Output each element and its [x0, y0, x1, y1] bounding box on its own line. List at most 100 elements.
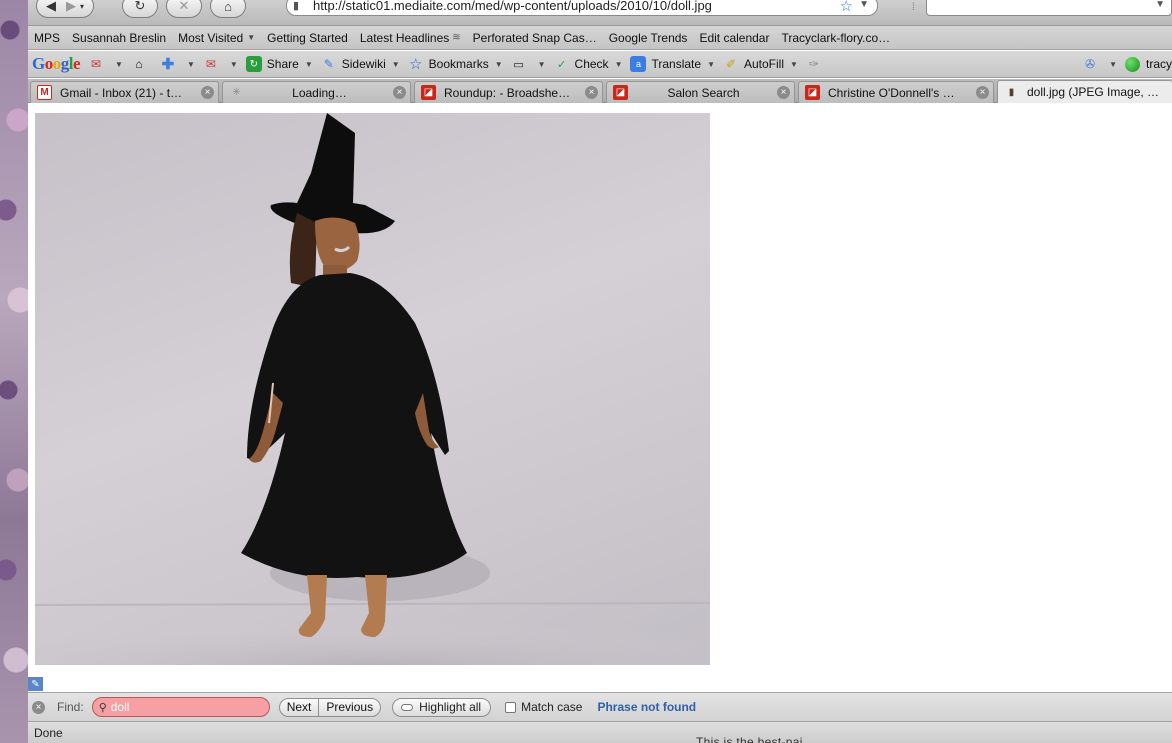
rss-feed-icon: ≋	[452, 32, 461, 43]
account-button[interactable]: tracy	[1146, 57, 1172, 71]
url-text[interactable]: http://static01.mediaite.com/med/wp-cont…	[313, 0, 712, 13]
find-status: Phrase not found	[597, 700, 697, 714]
bookmark-item[interactable]: Tracyclark-flory.co…	[781, 31, 890, 45]
chevron-down-icon: ▼	[186, 59, 195, 69]
site-favicon-icon: ▮	[293, 0, 300, 12]
loading-spinner-icon: ✳	[232, 87, 241, 98]
doll-photo[interactable]	[35, 113, 710, 665]
stop-button[interactable]: ✕	[166, 0, 202, 18]
sidewiki-button[interactable]: ✎ Sidewiki ▼	[321, 56, 400, 72]
home-button[interactable]: ⌂	[210, 0, 246, 18]
building-icon: ⌂	[135, 57, 143, 71]
chevron-down-icon: ▼	[614, 59, 623, 69]
chevron-down-icon: ▼	[391, 59, 400, 69]
find-close-icon[interactable]: ×	[32, 700, 45, 714]
tab-close-icon[interactable]: ×	[976, 86, 989, 99]
bookmark-livefeed[interactable]: Latest Headlines ≋	[360, 31, 461, 45]
homepage-button[interactable]: ⌂	[131, 56, 152, 72]
tab-close-icon[interactable]: ×	[777, 86, 790, 99]
salon-icon: ◪	[613, 85, 628, 100]
bookmark-item[interactable]: MPS	[34, 31, 60, 45]
url-bar[interactable]: ▮ http://static01.mediaite.com/med/wp-co…	[286, 0, 878, 16]
highlight-all-button[interactable]: Highlight all	[392, 697, 492, 717]
online-status-icon	[1124, 56, 1140, 72]
mail-button[interactable]: ✉ ▼	[203, 56, 238, 72]
match-case-option[interactable]: Match case	[505, 700, 582, 714]
notebook-icon: ✉	[90, 57, 102, 71]
tab-salon-search[interactable]: ◪ Salon Search ×	[606, 81, 795, 103]
match-case-checkbox[interactable]	[505, 701, 517, 713]
share-icon: ↻	[245, 56, 262, 72]
wrench-icon: ✇	[1085, 57, 1096, 71]
search-icon: ⚲	[98, 701, 107, 714]
home-icon: ⌂	[224, 0, 232, 14]
find-previous-button[interactable]: Previous	[318, 698, 380, 716]
tab-roundup[interactable]: ◪ Roundup: - Broadshe… ×	[414, 81, 603, 103]
chevron-down-icon: ▼	[304, 59, 313, 69]
bookmark-item[interactable]: Google Trends	[609, 31, 688, 45]
find-label: Find:	[57, 700, 84, 714]
history-dropdown-icon[interactable]: ▾	[80, 2, 84, 11]
search-engine-dropdown-icon[interactable]: ▼	[1155, 0, 1165, 10]
status-text: Done	[34, 725, 63, 740]
bookmark-item[interactable]: Susannah Breslin	[72, 31, 166, 45]
pen-icon: ✑	[808, 57, 819, 71]
tab-doll-image[interactable]: ▮ doll.jpg (JPEG Image, …	[997, 80, 1172, 103]
settings-button[interactable]: ✇ ▼	[1082, 56, 1117, 72]
toolbar-resize-grip-icon[interactable]: ⁞	[912, 2, 915, 13]
doll-hair	[289, 213, 317, 288]
browser-window: ◀ ▶ ▾ ↻ ✕ ⌂ ▮ http://static01.mediaite.c…	[28, 0, 1172, 743]
chevron-down-icon: ▼	[790, 59, 798, 69]
bookmarks-button[interactable]: ☆ Bookmarks ▼	[408, 56, 503, 73]
pen-button[interactable]: ✑	[806, 56, 827, 72]
edit-image-icon[interactable]: ✎	[28, 677, 43, 691]
stop-icon: ✕	[178, 0, 190, 13]
autofill-button[interactable]: ✐ AutoFill ▼	[723, 56, 798, 72]
find-navigation: Next Previous	[278, 697, 382, 717]
find-query[interactable]: doll	[111, 700, 130, 714]
add-button[interactable]: ✚ ▼	[160, 56, 195, 73]
desktop-wallpaper	[0, 0, 28, 743]
url-dropdown-icon[interactable]: ▼	[859, 0, 869, 10]
star-icon: ☆	[408, 56, 423, 73]
chevron-down-icon: ▼	[247, 33, 256, 42]
highlight-icon	[401, 703, 414, 711]
tab-gmail[interactable]: M Gmail - Inbox (21) - t… ×	[30, 81, 219, 103]
google-logo[interactable]: Google	[32, 54, 81, 74]
mail-icon: ✉	[205, 57, 216, 71]
search-box[interactable]: ▼	[926, 0, 1172, 16]
back-icon[interactable]: ◀	[46, 0, 56, 14]
bookmark-folder[interactable]: Most Visited ▼	[178, 31, 255, 45]
witch-doll-illustration	[35, 113, 710, 665]
salon-icon: ◪	[421, 85, 436, 100]
find-next-button[interactable]: Next	[280, 699, 319, 716]
back-forward-button[interactable]: ◀ ▶ ▾	[36, 0, 94, 18]
tab-loading[interactable]: ✳ Loading… ×	[222, 81, 411, 103]
salon-icon: ◪	[805, 85, 820, 100]
chevron-down-icon: ▼	[229, 59, 238, 69]
reload-button[interactable]: ↻	[122, 0, 158, 18]
plus-icon: ✚	[161, 56, 175, 73]
tab-christine[interactable]: ◪ Christine O'Donnell's … ×	[798, 81, 994, 103]
bookmark-item[interactable]: Getting Started	[267, 31, 348, 45]
bookmark-item[interactable]: Edit calendar	[699, 31, 769, 45]
translate-button[interactable]: a Translate ▼	[630, 56, 715, 72]
page-content: ✎	[28, 104, 1172, 692]
gmail-icon: M	[37, 85, 52, 100]
highlight-button[interactable]: ▭ ▼	[511, 56, 545, 72]
witch-hat	[270, 113, 395, 234]
bookmark-item[interactable]: Perforated Snap Cas…	[473, 31, 597, 45]
bookmark-star-icon[interactable]: ☆	[840, 0, 853, 15]
tab-close-icon[interactable]: ×	[585, 86, 598, 99]
forward-icon[interactable]: ▶	[66, 0, 76, 14]
find-input[interactable]: ⚲ doll	[91, 697, 270, 717]
navigation-toolbar: ◀ ▶ ▾ ↻ ✕ ⌂ ▮ http://static01.mediaite.c…	[28, 0, 1172, 26]
gmail-notifier-button[interactable]: ✉ ▼	[88, 56, 123, 72]
share-button[interactable]: ↻ Share ▼	[245, 56, 313, 72]
tab-close-icon[interactable]: ×	[201, 86, 214, 99]
spellcheck-icon: ✓	[556, 58, 567, 71]
autofill-icon: ✐	[725, 57, 737, 71]
spellcheck-button[interactable]: ✓ Check ▼	[554, 56, 623, 72]
doll-icon: ▮	[1008, 86, 1015, 98]
tab-close-icon[interactable]: ×	[393, 86, 406, 99]
